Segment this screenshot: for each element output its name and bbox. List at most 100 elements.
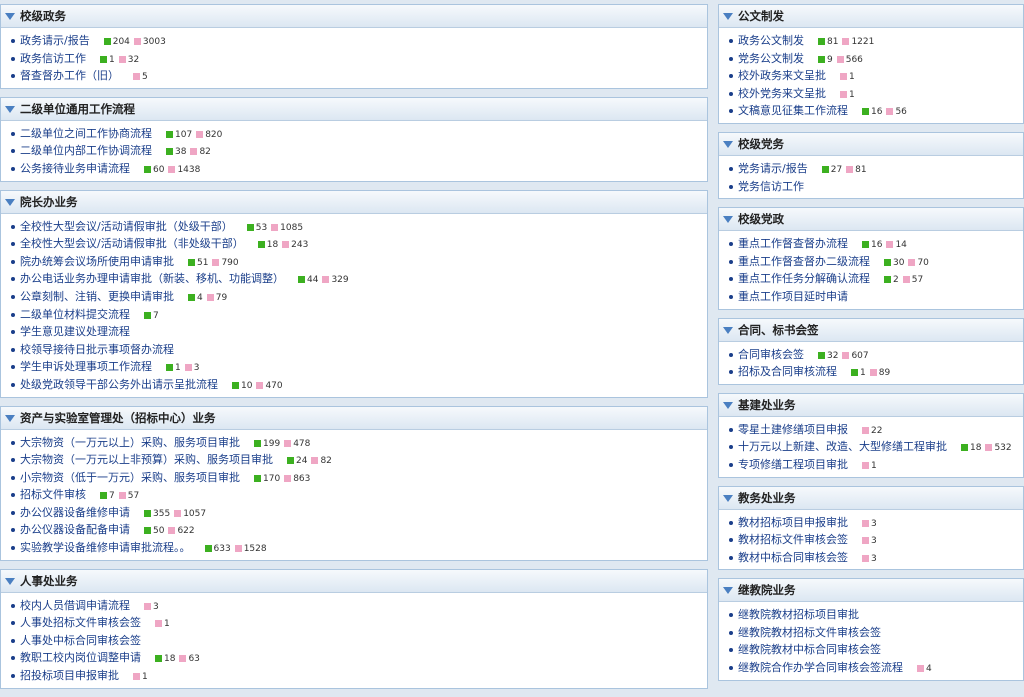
completed-count[interactable]: 1085 (280, 223, 303, 233)
workflow-link[interactable]: 校外政务来文呈批 (738, 69, 826, 82)
workflow-link[interactable]: 处级党政领导干部公务外出请示呈批流程 (20, 378, 218, 391)
workflow-item[interactable]: 校外政务来文呈批 1 (719, 67, 1023, 85)
completed-count[interactable]: 82 (320, 456, 331, 466)
completed-count[interactable]: 607 (851, 351, 868, 361)
workflow-item[interactable]: 二级单位内部工作协调流程 38 82 (1, 142, 707, 160)
workflow-link[interactable]: 小宗物资（低于一万元）采购、服务项目审批 (20, 471, 240, 484)
workflow-item[interactable]: 大宗物资（一万元以上）采购、服务项目审批 199 478 (1, 434, 707, 452)
workflow-link[interactable]: 院办统筹会议场所使用申请审批 (20, 255, 174, 268)
workflow-link[interactable]: 校领导接待日批示事项督办流程 (20, 343, 174, 356)
workflow-item[interactable]: 大宗物资（一万元以上非预算）采购、服务项目审批 24 82 (1, 451, 707, 469)
collapse-triangle-icon[interactable] (723, 140, 733, 148)
workflow-link[interactable]: 办公仪器设备配备申请 (20, 523, 130, 536)
workflow-item[interactable]: 办公电话业务办理申请审批（新装、移机、功能调整） 44 329 (1, 270, 707, 288)
pending-count[interactable]: 199 (263, 439, 280, 449)
completed-count[interactable]: 566 (846, 55, 863, 65)
completed-count[interactable]: 63 (188, 654, 199, 664)
panel-header[interactable]: 公文制发 (719, 5, 1023, 28)
completed-count[interactable]: 1438 (177, 165, 200, 175)
collapse-triangle-icon[interactable] (723, 13, 733, 20)
completed-count[interactable]: 3 (871, 554, 877, 564)
workflow-item[interactable]: 党务信访工作 (719, 178, 1023, 196)
pending-count[interactable]: 7 (109, 491, 115, 501)
workflow-item[interactable]: 教材招标文件审核会签 3 (719, 531, 1023, 549)
workflow-link[interactable]: 教职工校内岗位调整申请 (20, 651, 141, 664)
workflow-item[interactable]: 教材中标合同审核会签 3 (719, 549, 1023, 567)
workflow-link[interactable]: 零星土建修缮项目申报 (738, 423, 848, 436)
completed-count[interactable]: 14 (895, 240, 906, 250)
pending-count[interactable]: 18 (164, 654, 175, 664)
workflow-item[interactable]: 党务请示/报告 27 81 (719, 160, 1023, 178)
workflow-link[interactable]: 政务信访工作 (20, 52, 86, 65)
workflow-item[interactable]: 政务请示/报告 204 3003 (1, 32, 707, 50)
workflow-item[interactable]: 重点工作项目延时申请 (719, 288, 1023, 306)
pending-count[interactable]: 53 (256, 223, 267, 233)
workflow-item[interactable]: 校领导接待日批示事项督办流程 (1, 341, 707, 359)
workflow-item[interactable]: 人事处中标合同审核会签 (1, 632, 707, 650)
panel-header[interactable]: 校级党政 (719, 208, 1023, 232)
workflow-link[interactable]: 继教院合作办学合同审核会签流程 (738, 661, 903, 674)
completed-count[interactable]: 89 (879, 368, 890, 378)
workflow-item[interactable]: 政务信访工作 1 32 (1, 50, 707, 68)
panel-header[interactable]: 合同、标书会签 (719, 318, 1023, 342)
workflow-item[interactable]: 重点工作督查督办流程 16 14 (719, 235, 1023, 253)
completed-count[interactable]: 1057 (183, 509, 206, 519)
workflow-link[interactable]: 政务请示/报告 (20, 34, 90, 47)
pending-count[interactable]: 170 (263, 474, 280, 484)
collapse-triangle-icon[interactable] (723, 587, 733, 595)
pending-count[interactable]: 633 (214, 544, 231, 554)
workflow-link[interactable]: 办公电话业务办理申请审批（新装、移机、功能调整） (20, 272, 284, 285)
workflow-link[interactable]: 人事处中标合同审核会签 (20, 634, 141, 647)
completed-count[interactable]: 70 (917, 258, 928, 268)
pending-count[interactable]: 44 (307, 275, 318, 285)
completed-count[interactable]: 1 (849, 90, 855, 100)
pending-count[interactable]: 16 (871, 107, 882, 117)
collapse-triangle-icon[interactable] (5, 198, 15, 206)
collapse-triangle-icon[interactable] (5, 414, 15, 422)
workflow-item[interactable]: 党务公文制发 9 566 (719, 50, 1023, 68)
collapse-triangle-icon[interactable] (723, 326, 733, 334)
pending-count[interactable]: 1 (860, 368, 866, 378)
completed-count[interactable]: 32 (128, 55, 139, 65)
workflow-link[interactable]: 大宗物资（一万元以上）采购、服务项目审批 (20, 436, 240, 449)
panel-header[interactable]: 校级政务 (1, 5, 707, 28)
workflow-item[interactable]: 十万元以上新建、改造、大型修缮工程审批 18 532 (719, 438, 1023, 456)
workflow-item[interactable]: 办公仪器设备维修申请 355 1057 (1, 504, 707, 522)
completed-count[interactable]: 22 (871, 426, 882, 436)
workflow-link[interactable]: 重点工作任务分解确认流程 (738, 272, 870, 285)
workflow-item[interactable]: 继教院教材招标文件审核会签 (719, 624, 1023, 642)
workflow-link[interactable]: 重点工作督查督办流程 (738, 237, 848, 250)
pending-count[interactable]: 4 (197, 293, 203, 303)
pending-count[interactable]: 81 (827, 37, 838, 47)
pending-count[interactable]: 7 (153, 311, 159, 321)
pending-count[interactable]: 355 (153, 509, 170, 519)
completed-count[interactable]: 1221 (851, 37, 874, 47)
collapse-triangle-icon[interactable] (723, 216, 733, 224)
completed-count[interactable]: 3 (871, 519, 877, 529)
workflow-item[interactable]: 教职工校内岗位调整申请 18 63 (1, 649, 707, 667)
workflow-link[interactable]: 党务信访工作 (738, 180, 804, 193)
workflow-link[interactable]: 二级单位内部工作协调流程 (20, 144, 152, 157)
pending-count[interactable]: 10 (241, 381, 252, 391)
workflow-link[interactable]: 招投标项目申报审批 (20, 669, 119, 682)
workflow-item[interactable]: 教材招标项目申报审批 3 (719, 514, 1023, 532)
completed-count[interactable]: 3 (153, 602, 159, 612)
workflow-link[interactable]: 校外党务来文呈批 (738, 87, 826, 100)
completed-count[interactable]: 1 (849, 72, 855, 82)
pending-count[interactable]: 32 (827, 351, 838, 361)
workflow-item[interactable]: 政务公文制发 81 1221 (719, 32, 1023, 50)
pending-count[interactable]: 16 (871, 240, 882, 250)
workflow-item[interactable]: 继教院教材中标合同审核会签 (719, 641, 1023, 659)
workflow-item[interactable]: 办公仪器设备配备申请 50 622 (1, 521, 707, 539)
workflow-item[interactable]: 继教院教材招标项目审批 (719, 606, 1023, 624)
workflow-item[interactable]: 院办统筹会议场所使用申请审批 51 790 (1, 253, 707, 271)
workflow-item[interactable]: 小宗物资（低于一万元）采购、服务项目审批 170 863 (1, 469, 707, 487)
workflow-link[interactable]: 办公仪器设备维修申请 (20, 506, 130, 519)
workflow-link[interactable]: 重点工作督查督办二级流程 (738, 255, 870, 268)
completed-count[interactable]: 5 (142, 72, 148, 82)
pending-count[interactable]: 60 (153, 165, 164, 175)
collapse-triangle-icon[interactable] (5, 13, 15, 20)
workflow-link[interactable]: 继教院教材招标文件审核会签 (738, 626, 881, 639)
workflow-item[interactable]: 重点工作任务分解确认流程 2 57 (719, 270, 1023, 288)
pending-count[interactable]: 1 (175, 363, 181, 373)
